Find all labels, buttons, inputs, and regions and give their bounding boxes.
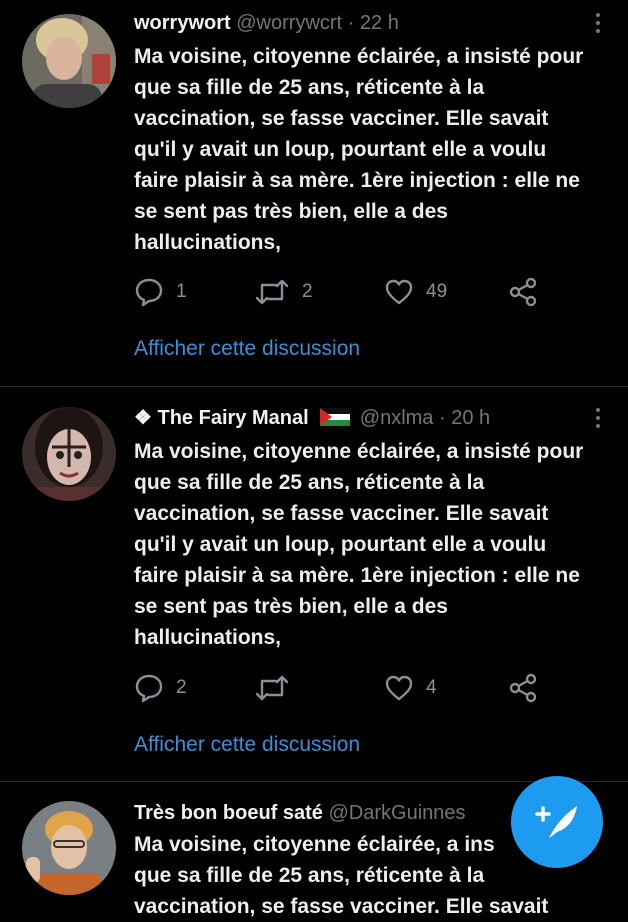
more-options-icon[interactable] — [590, 405, 606, 431]
display-name[interactable]: Très bon boeuf saté — [134, 802, 323, 824]
reply-count: 1 — [176, 281, 187, 302]
display-name[interactable]: ❖ The Fairy Manal — [134, 407, 309, 429]
tweet-header: worrywort @worrywcrt · 22 h — [134, 8, 399, 38]
retweet-count: 2 — [302, 281, 313, 302]
retweet-icon — [255, 279, 289, 305]
more-options-icon[interactable] — [590, 10, 606, 36]
reply-button[interactable]: 1 — [134, 276, 187, 308]
tweet-header: Très bon boeuf saté @DarkGuinnes — [134, 798, 466, 828]
show-thread-link[interactable]: Afficher cette discussion — [134, 334, 360, 364]
like-button[interactable]: 49 — [384, 276, 447, 308]
heart-icon — [385, 675, 413, 701]
share-button[interactable] — [508, 276, 538, 308]
tweet-text: Ma voisine, citoyenne éclairée, a insist… — [134, 440, 584, 649]
avatar[interactable] — [22, 407, 116, 501]
compose-tweet-icon — [535, 806, 577, 838]
avatar[interactable] — [22, 14, 116, 108]
tweet-header: ❖ The Fairy Manal @nxlma · 20 h — [134, 403, 490, 433]
divider — [0, 386, 628, 387]
tweet-text: Ma voisine, citoyenne éclairée, a insist… — [134, 45, 584, 254]
reply-button[interactable]: 2 — [134, 672, 187, 704]
user-handle[interactable]: @worrywcrt — [236, 12, 342, 34]
separator-dot: · — [438, 407, 446, 429]
retweet-icon — [255, 675, 289, 701]
reply-icon — [135, 674, 163, 703]
heart-icon — [385, 279, 413, 305]
retweet-button[interactable] — [254, 672, 302, 704]
reply-count: 2 — [176, 677, 187, 698]
timestamp[interactable]: 22 h — [360, 12, 399, 34]
separator-dot: · — [347, 12, 355, 34]
share-button[interactable] — [508, 672, 538, 704]
like-button[interactable]: 4 — [384, 672, 437, 704]
tweet-actions: 1 2 49 — [134, 276, 554, 308]
palestine-flag-icon — [320, 408, 351, 426]
share-icon — [509, 673, 537, 703]
like-count: 49 — [426, 281, 448, 302]
user-handle[interactable]: @nxlma — [360, 407, 434, 429]
reply-icon — [135, 278, 163, 307]
timestamp[interactable]: 20 h — [451, 407, 490, 429]
display-name[interactable]: worrywort — [134, 12, 231, 34]
like-count: 4 — [426, 677, 437, 698]
retweet-button[interactable]: 2 — [254, 276, 313, 308]
user-handle[interactable]: @DarkGuinnes — [329, 802, 466, 824]
avatar[interactable] — [22, 801, 116, 895]
tweet-actions: 2 4 — [134, 672, 554, 704]
show-thread-link[interactable]: Afficher cette discussion — [134, 730, 360, 760]
share-icon — [509, 277, 537, 307]
compose-tweet-button[interactable] — [511, 776, 603, 868]
